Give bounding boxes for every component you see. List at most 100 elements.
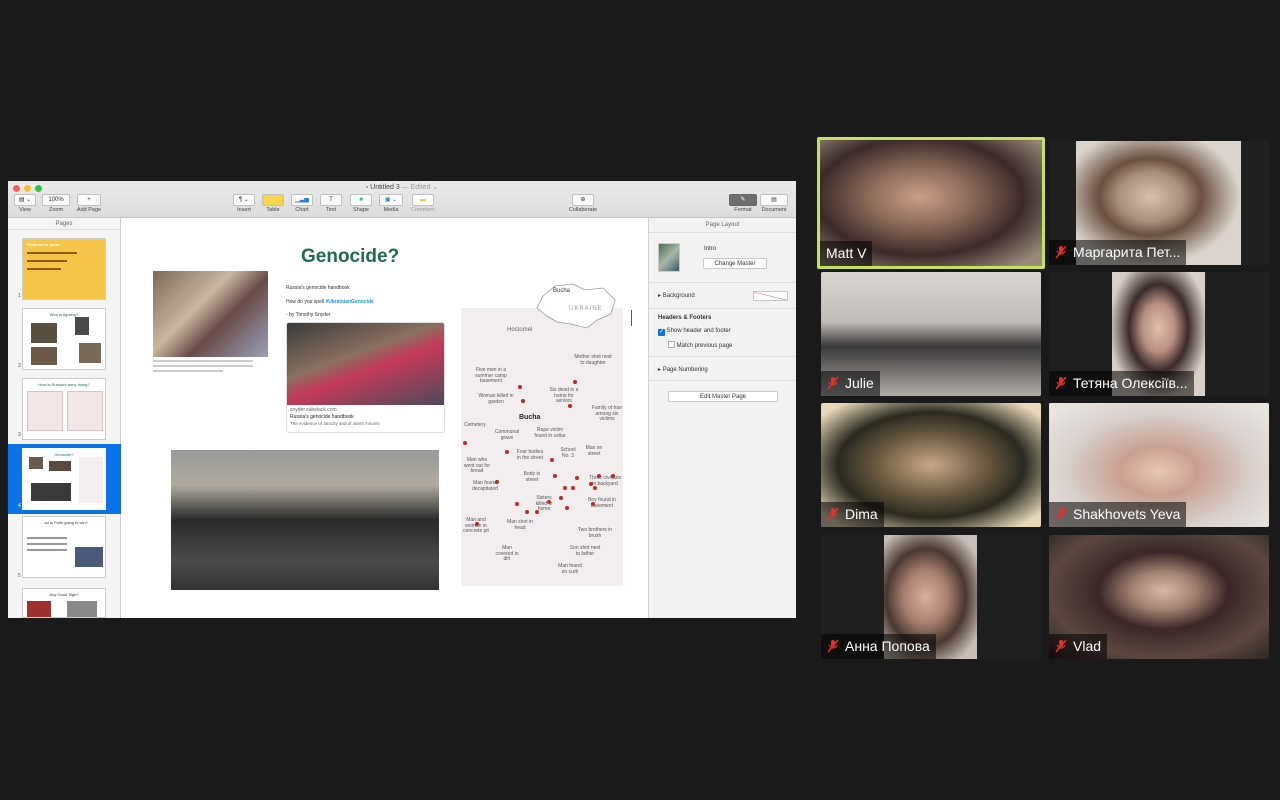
table-icon [262,194,284,206]
incident-marker [565,506,569,510]
document-canvas[interactable]: Genocide? Russia's genocide handbook How… [121,218,648,618]
incident-marker [495,480,499,484]
article-prompt: How do you spell #UkrainianGenocide [286,299,374,305]
participant-tile[interactable]: Маргарита Пет... [1049,141,1269,265]
insert-button[interactable]: ¶ ⌄ Insert [232,194,256,213]
bucha-atrocities-map[interactable]: Hostomel Bucha Mother shot next to daugh… [461,308,623,586]
checkbox-unchecked-icon[interactable] [668,341,675,348]
participant-tile[interactable]: Тетяна Олексіїв... [1049,272,1269,396]
page-numbering-section[interactable]: ▸ Page Numbering [658,366,708,373]
muted-mic-icon [1055,639,1067,653]
page-thumbnail-4[interactable]: Genocide? [22,448,106,510]
incident-marker [475,522,479,526]
page-thumbnail-2[interactable]: Who is fighting? [22,308,106,370]
text-button[interactable]: T Text [319,194,343,213]
participant-name: Dima [821,502,884,527]
muted-mic-icon [1055,376,1067,390]
table-button[interactable]: Table [261,194,285,213]
format-button[interactable]: ✎ Format [728,194,758,213]
page-thumbnail-1[interactable]: What we've done [22,238,106,300]
participant-name: Тетяна Олексіїв... [1049,371,1194,396]
incident-marker [575,476,579,480]
participant-tile[interactable]: Julie [821,272,1041,396]
incident-marker [563,486,567,490]
page-layout-inspector: Page Layout Intro Change Master ▸ Backgr… [648,218,796,618]
collaborate-icon: ⊕ [572,194,594,206]
article-author: - by Timothy Snyder [286,312,331,318]
incident-marker [525,510,529,514]
background-color-well[interactable] [753,291,788,301]
shape-button[interactable]: ■ Shape [349,194,373,213]
page-thumbnail-5[interactable]: ... so is Putin going to win? [22,516,106,578]
incident-marker [535,510,539,514]
window-title: ▫ Untitled 3 — Edited ⌄ [8,183,796,191]
muted-mic-icon [827,639,839,653]
shared-screen: ▫ Untitled 3 — Edited ⌄ ▤ ⌄ View 100% Zo… [8,181,796,618]
change-master-button[interactable]: Change Master [703,258,767,269]
map-label: Woman killed in garden [478,393,514,405]
thumbnail-title: Genocide? [54,452,74,457]
muted-mic-icon [827,507,839,521]
map-label: Two brothers in brush [577,527,613,539]
page-number: 4 [18,503,21,509]
paintbrush-icon: ✎ [729,194,757,206]
map-label: School No. 3 [560,447,576,459]
page-number: 1 [18,293,21,299]
map-label: Six dead in a home for seniors [549,387,579,404]
chart-button[interactable]: ▁▃▅ Chart [290,194,314,213]
page-thumbnail-3[interactable]: How is Russia's army doing? [22,378,106,440]
collaborate-button[interactable]: ⊕ Collaborate [565,194,601,213]
page-number: 3 [18,432,21,438]
text-icon: T [320,194,342,206]
page-thumbnail-6[interactable]: Any Good Sign? [22,588,106,618]
pages-header: Pages [8,218,120,230]
shape-icon: ■ [350,194,372,206]
incident-marker [591,502,595,506]
background-section[interactable]: ▸ Background [658,292,695,299]
zoom-button[interactable]: 100% Zoom [41,194,71,213]
paragraph-icon: ¶ ⌄ [233,194,255,206]
link-preview-image [287,323,444,405]
incident-marker [597,474,601,478]
participant-name: Shakhovets Yeva [1049,502,1187,527]
sidebar-icon: ▤ ⌄ [14,194,36,206]
hashtag-link[interactable]: #UkrainianGenocide [325,299,373,305]
edit-master-page-button[interactable]: Edit Master Page [668,391,778,402]
thumbnail-title: What we've done [27,242,60,247]
document-name: Untitled 3 [370,184,400,191]
ukraine-outline-map [536,283,616,329]
chart-icon: ▁▃▅ [291,194,313,206]
match-previous-option[interactable]: Match previous page [668,341,732,349]
link-preview-card[interactable]: snyder.substack.com Russia's genocide ha… [286,322,445,433]
headers-footers-heading: Headers & Footers [658,315,712,321]
incident-marker [463,441,467,445]
comment-icon: ▬ [412,194,434,206]
participant-tile[interactable]: Shakhovets Yeva [1049,403,1269,527]
edited-status: — Edited ⌄ [401,184,439,191]
participant-tile-active-speaker[interactable]: Matt V [817,137,1045,269]
participant-name: Vlad [1049,634,1108,659]
pages-sidebar: Pages What we've done 1 Who is fighting?… [8,218,121,618]
body-bags-photo[interactable] [171,450,439,590]
master-name: Intro [704,246,717,252]
checkbox-checked-icon[interactable]: ✓ [658,329,665,336]
view-button[interactable]: ▤ ⌄ View [12,194,38,213]
master-thumbnail[interactable] [658,243,680,272]
map-label: Family of four among six victims [591,405,623,422]
slide-title: Genocide? [301,246,400,267]
muted-mic-icon [827,376,839,390]
document-page[interactable]: Genocide? Russia's genocide handbook How… [121,218,648,618]
media-button[interactable]: ▣ ⌄ Media [378,194,404,213]
incident-marker [593,486,597,490]
participant-tile[interactable]: Vlad [1049,535,1269,659]
comment-button[interactable]: ▬ Comment [408,194,438,213]
add-page-button[interactable]: + Add Page [74,194,104,213]
thumbnail-title: Any Good Sign? [49,592,79,597]
plus-icon: + [77,194,101,206]
participant-tile[interactable]: Dima [821,403,1041,527]
thumbnail-title: ... so is Putin going to win? [40,520,88,525]
victims-photo[interactable] [153,271,268,357]
show-header-footer-option[interactable]: ✓ Show header and footer [658,328,731,336]
participant-tile[interactable]: Анна Попова [821,535,1041,659]
document-button[interactable]: ▤ Document [758,194,790,213]
